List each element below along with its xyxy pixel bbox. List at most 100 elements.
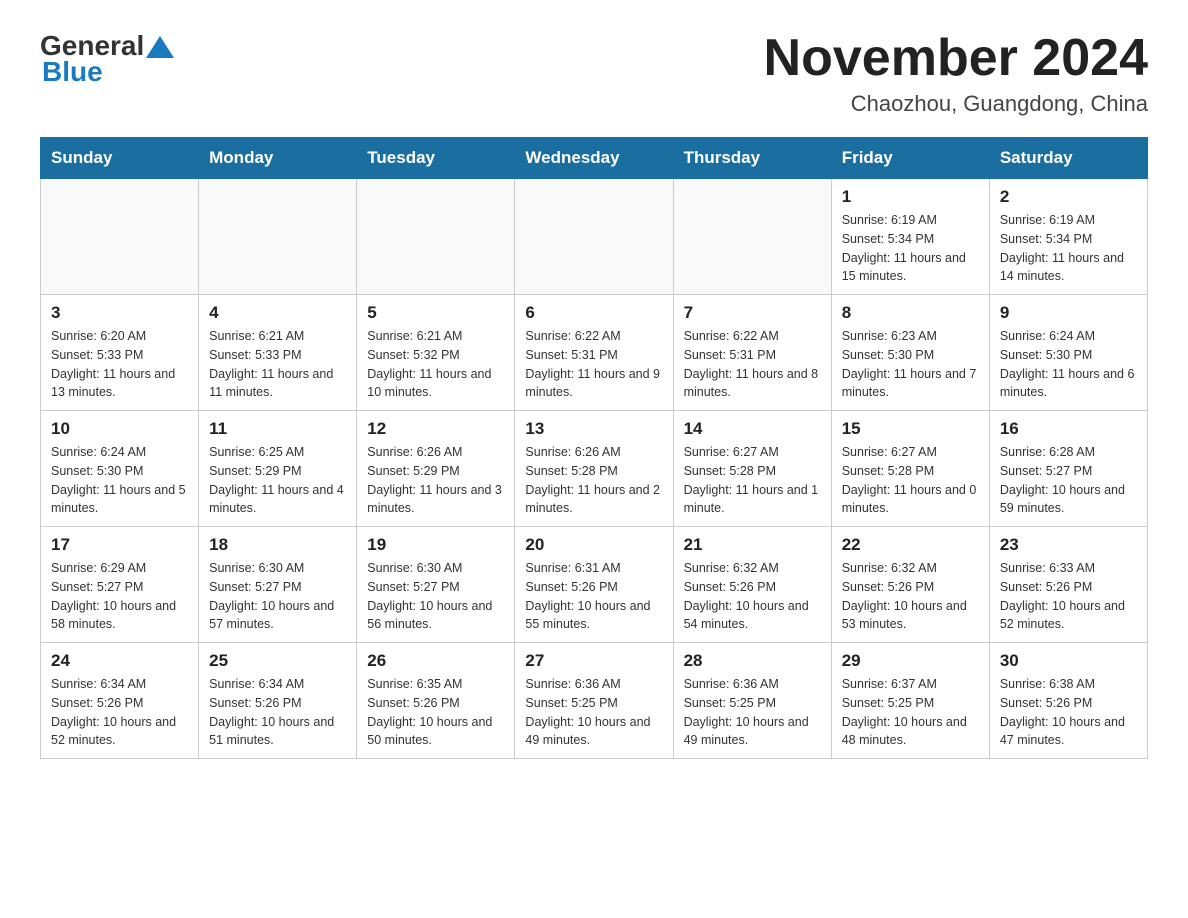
location-title: Chaozhou, Guangdong, China [764, 91, 1148, 117]
month-title: November 2024 [764, 30, 1148, 87]
day-number: 25 [209, 651, 346, 671]
calendar-cell: 22 Sunrise: 6:32 AMSunset: 5:26 PMDayligh… [831, 527, 989, 643]
day-number: 13 [525, 419, 662, 439]
day-number: 12 [367, 419, 504, 439]
day-info: Sunrise: 6:34 AMSunset: 5:26 PMDaylight:… [209, 675, 346, 750]
logo-triangle-icon [146, 36, 174, 58]
calendar: Sunday Monday Tuesday Wednesday Thursday… [40, 137, 1148, 759]
day-number: 30 [1000, 651, 1137, 671]
calendar-cell: 24Sunrise: 6:34 AMSunset: 5:26 PMDayligh… [41, 643, 199, 759]
day-number: 20 [525, 535, 662, 555]
week-row-5: 24Sunrise: 6:34 AMSunset: 5:26 PMDayligh… [41, 643, 1148, 759]
day-info: Sunrise: 6:25 AMSunset: 5:29 PMDaylight:… [209, 443, 346, 518]
day-info: Sunrise: 6:32 AMSunset: 5:26 PMDaylight:… [684, 559, 821, 634]
day-info: Sunrise: 6:32 AMSunset: 5:26 PMDaylight:… [842, 559, 979, 634]
calendar-cell: 10 Sunrise: 6:24 AMSunset: 5:30 PMDayligh… [41, 411, 199, 527]
day-info: Sunrise: 6:30 AMSunset: 5:27 PMDaylight:… [367, 559, 504, 634]
header-thursday: Thursday [673, 138, 831, 179]
day-info: Sunrise: 6:27 AMSunset: 5:28 PMDaylight:… [842, 443, 979, 518]
calendar-cell: 7Sunrise: 6:22 AMSunset: 5:31 PMDaylight… [673, 295, 831, 411]
calendar-cell [357, 179, 515, 295]
calendar-header-row: Sunday Monday Tuesday Wednesday Thursday… [41, 138, 1148, 179]
day-number: 28 [684, 651, 821, 671]
calendar-cell: 16 Sunrise: 6:28 AMSunset: 5:27 PMDayligh… [989, 411, 1147, 527]
calendar-cell: 26 Sunrise: 6:35 AMSunset: 5:26 PMDayligh… [357, 643, 515, 759]
day-info: Sunrise: 6:23 AMSunset: 5:30 PMDaylight:… [842, 327, 979, 402]
calendar-cell: 12 Sunrise: 6:26 AMSunset: 5:29 PMDayligh… [357, 411, 515, 527]
day-number: 21 [684, 535, 821, 555]
week-row-3: 10 Sunrise: 6:24 AMSunset: 5:30 PMDayligh… [41, 411, 1148, 527]
calendar-cell: 8 Sunrise: 6:23 AMSunset: 5:30 PMDaylight… [831, 295, 989, 411]
calendar-cell: 15 Sunrise: 6:27 AMSunset: 5:28 PMDayligh… [831, 411, 989, 527]
day-number: 26 [367, 651, 504, 671]
calendar-cell: 19 Sunrise: 6:30 AMSunset: 5:27 PMDayligh… [357, 527, 515, 643]
day-info: Sunrise: 6:26 AMSunset: 5:29 PMDaylight:… [367, 443, 504, 518]
day-info: Sunrise: 6:37 AMSunset: 5:25 PMDaylight:… [842, 675, 979, 750]
day-info: Sunrise: 6:29 AMSunset: 5:27 PMDaylight:… [51, 559, 188, 634]
day-number: 23 [1000, 535, 1137, 555]
day-number: 14 [684, 419, 821, 439]
day-info: Sunrise: 6:30 AMSunset: 5:27 PMDaylight:… [209, 559, 346, 634]
day-info: Sunrise: 6:36 AMSunset: 5:25 PMDaylight:… [684, 675, 821, 750]
day-info: Sunrise: 6:34 AMSunset: 5:26 PMDaylight:… [51, 675, 188, 750]
calendar-cell: 30Sunrise: 6:38 AMSunset: 5:26 PMDayligh… [989, 643, 1147, 759]
day-info: Sunrise: 6:19 AMSunset: 5:34 PMDaylight:… [842, 211, 979, 286]
day-number: 17 [51, 535, 188, 555]
calendar-cell: 2 Sunrise: 6:19 AMSunset: 5:34 PMDaylight… [989, 179, 1147, 295]
day-number: 16 [1000, 419, 1137, 439]
calendar-cell: 18 Sunrise: 6:30 AMSunset: 5:27 PMDayligh… [199, 527, 357, 643]
day-number: 6 [525, 303, 662, 323]
header-wednesday: Wednesday [515, 138, 673, 179]
calendar-cell: 5 Sunrise: 6:21 AMSunset: 5:32 PMDaylight… [357, 295, 515, 411]
day-number: 11 [209, 419, 346, 439]
header-friday: Friday [831, 138, 989, 179]
day-number: 4 [209, 303, 346, 323]
day-info: Sunrise: 6:24 AMSunset: 5:30 PMDaylight:… [51, 443, 188, 518]
day-number: 7 [684, 303, 821, 323]
day-number: 3 [51, 303, 188, 323]
calendar-cell [41, 179, 199, 295]
day-info: Sunrise: 6:19 AMSunset: 5:34 PMDaylight:… [1000, 211, 1137, 286]
day-info: Sunrise: 6:20 AMSunset: 5:33 PMDaylight:… [51, 327, 188, 402]
day-number: 18 [209, 535, 346, 555]
day-number: 27 [525, 651, 662, 671]
day-info: Sunrise: 6:36 AMSunset: 5:25 PMDaylight:… [525, 675, 662, 750]
calendar-cell: 1Sunrise: 6:19 AMSunset: 5:34 PMDaylight… [831, 179, 989, 295]
day-info: Sunrise: 6:31 AMSunset: 5:26 PMDaylight:… [525, 559, 662, 634]
day-number: 29 [842, 651, 979, 671]
day-number: 19 [367, 535, 504, 555]
day-info: Sunrise: 6:35 AMSunset: 5:26 PMDaylight:… [367, 675, 504, 750]
calendar-cell: 28 Sunrise: 6:36 AMSunset: 5:25 PMDayligh… [673, 643, 831, 759]
calendar-cell: 29 Sunrise: 6:37 AMSunset: 5:25 PMDayligh… [831, 643, 989, 759]
day-number: 5 [367, 303, 504, 323]
header-sunday: Sunday [41, 138, 199, 179]
calendar-cell: 9Sunrise: 6:24 AMSunset: 5:30 PMDaylight… [989, 295, 1147, 411]
calendar-cell [673, 179, 831, 295]
title-area: November 2024 Chaozhou, Guangdong, China [764, 30, 1148, 117]
calendar-cell: 21 Sunrise: 6:32 AMSunset: 5:26 PMDayligh… [673, 527, 831, 643]
day-info: Sunrise: 6:33 AMSunset: 5:26 PMDaylight:… [1000, 559, 1137, 634]
calendar-cell: 4 Sunrise: 6:21 AMSunset: 5:33 PMDaylight… [199, 295, 357, 411]
calendar-cell: 20 Sunrise: 6:31 AMSunset: 5:26 PMDayligh… [515, 527, 673, 643]
day-info: Sunrise: 6:24 AMSunset: 5:30 PMDaylight:… [1000, 327, 1137, 402]
calendar-cell [515, 179, 673, 295]
week-row-2: 3 Sunrise: 6:20 AMSunset: 5:33 PMDaylight… [41, 295, 1148, 411]
day-number: 15 [842, 419, 979, 439]
header-tuesday: Tuesday [357, 138, 515, 179]
calendar-cell: 6Sunrise: 6:22 AMSunset: 5:31 PMDaylight… [515, 295, 673, 411]
day-number: 8 [842, 303, 979, 323]
day-number: 10 [51, 419, 188, 439]
day-number: 22 [842, 535, 979, 555]
day-info: Sunrise: 6:26 AMSunset: 5:28 PMDaylight:… [525, 443, 662, 518]
day-info: Sunrise: 6:21 AMSunset: 5:32 PMDaylight:… [367, 327, 504, 402]
day-info: Sunrise: 6:28 AMSunset: 5:27 PMDaylight:… [1000, 443, 1137, 518]
logo: General Blue [40, 30, 174, 88]
day-info: Sunrise: 6:21 AMSunset: 5:33 PMDaylight:… [209, 327, 346, 402]
header-monday: Monday [199, 138, 357, 179]
calendar-cell: 23 Sunrise: 6:33 AMSunset: 5:26 PMDayligh… [989, 527, 1147, 643]
day-info: Sunrise: 6:27 AMSunset: 5:28 PMDaylight:… [684, 443, 821, 518]
calendar-cell: 11 Sunrise: 6:25 AMSunset: 5:29 PMDayligh… [199, 411, 357, 527]
day-number: 2 [1000, 187, 1137, 207]
week-row-4: 17 Sunrise: 6:29 AMSunset: 5:27 PMDayligh… [41, 527, 1148, 643]
calendar-cell: 14 Sunrise: 6:27 AMSunset: 5:28 PMDayligh… [673, 411, 831, 527]
